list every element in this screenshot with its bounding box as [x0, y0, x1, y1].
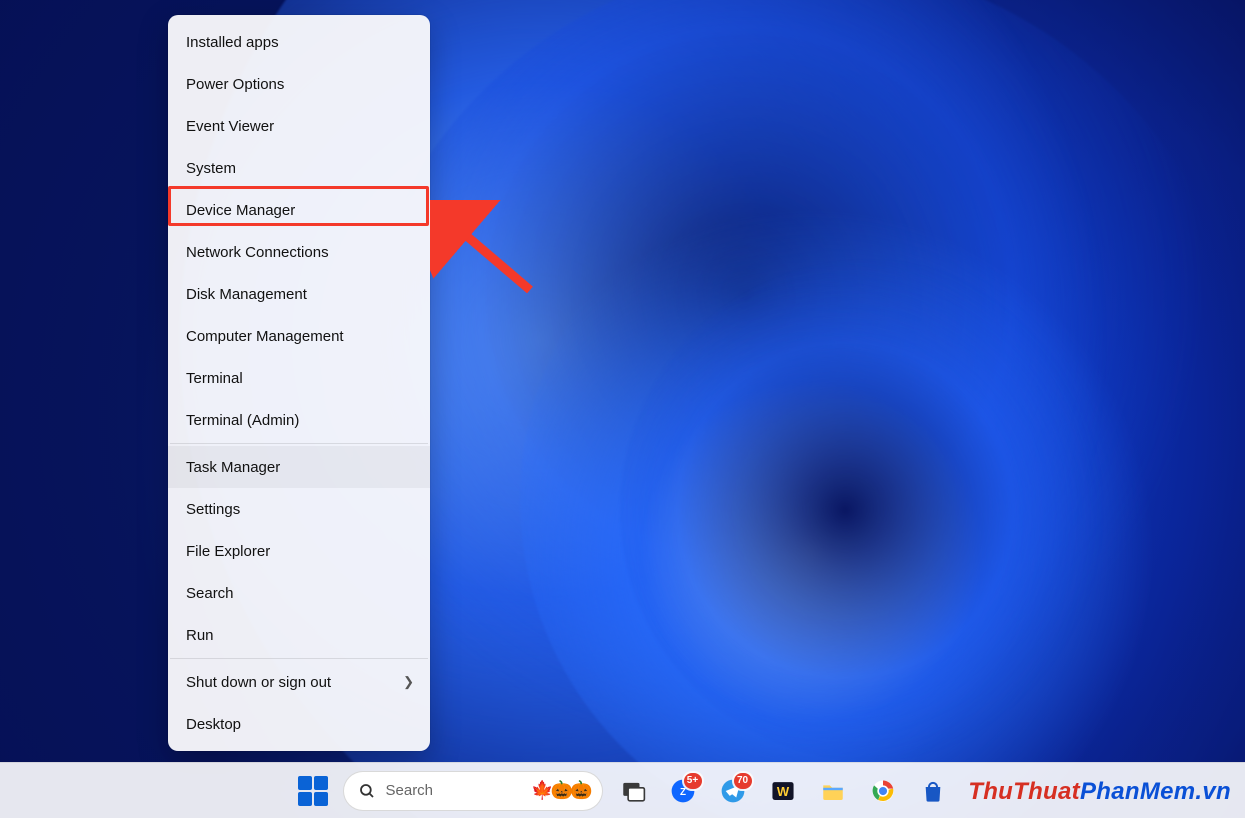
badge-count: 5+	[684, 773, 702, 789]
menu-item-label: Disk Management	[186, 286, 307, 303]
menu-item-label: Settings	[186, 501, 240, 518]
svg-text:W: W	[776, 783, 789, 798]
menu-item-label: File Explorer	[186, 543, 270, 560]
menu-item-label: Terminal	[186, 370, 243, 387]
menu-item-task-manager[interactable]: Task Manager	[168, 446, 430, 488]
menu-item-label: Run	[186, 627, 214, 644]
menu-item-label: Computer Management	[186, 328, 344, 345]
watermark: ThuThuatPhanMem.vn	[968, 778, 1231, 806]
menu-item-search[interactable]: Search	[168, 572, 430, 614]
winx-context-menu: Installed apps Power Options Event Viewe…	[168, 15, 430, 751]
menu-item-desktop[interactable]: Desktop	[168, 703, 430, 745]
menu-item-power-options[interactable]: Power Options	[168, 63, 430, 105]
taskbar-file-explorer[interactable]	[813, 771, 853, 811]
menu-item-system[interactable]: System	[168, 147, 430, 189]
taskbar-chrome[interactable]	[863, 771, 903, 811]
menu-item-run[interactable]: Run	[168, 614, 430, 656]
w-app-icon: W	[770, 778, 796, 804]
menu-item-computer-management[interactable]: Computer Management	[168, 315, 430, 357]
taskbar-task-view[interactable]	[613, 771, 653, 811]
badge-count: 70	[734, 773, 752, 789]
taskbar-app-w[interactable]: W	[763, 771, 803, 811]
chrome-icon	[870, 778, 896, 804]
watermark-part2: PhanMem	[1080, 778, 1195, 805]
search-placeholder: Search	[386, 782, 522, 799]
menu-item-label: Installed apps	[186, 34, 279, 51]
folder-icon	[820, 778, 846, 804]
menu-item-installed-apps[interactable]: Installed apps	[168, 21, 430, 63]
menu-item-label: System	[186, 160, 236, 177]
menu-item-file-explorer[interactable]: File Explorer	[168, 530, 430, 572]
menu-separator	[170, 658, 428, 659]
taskbar-store[interactable]	[913, 771, 953, 811]
shopping-bag-icon	[920, 778, 946, 804]
start-button[interactable]	[293, 771, 333, 811]
menu-item-label: Desktop	[186, 716, 241, 733]
menu-item-disk-management[interactable]: Disk Management	[168, 273, 430, 315]
menu-item-label: Terminal (Admin)	[186, 412, 299, 429]
taskbar-app-telegram[interactable]: 70	[713, 771, 753, 811]
watermark-suffix: .vn	[1195, 778, 1231, 805]
chevron-right-icon: ❯	[403, 674, 414, 690]
taskbar-search[interactable]: Search 🍁🎃🎃	[343, 771, 603, 811]
watermark-part1: ThuThuat	[968, 778, 1080, 805]
menu-item-device-manager[interactable]: Device Manager	[168, 189, 430, 231]
menu-item-shutdown-signout[interactable]: Shut down or sign out ❯	[168, 661, 430, 703]
menu-item-label: Search	[186, 585, 234, 602]
desktop[interactable]: Installed apps Power Options Event Viewe…	[0, 0, 1245, 818]
menu-item-settings[interactable]: Settings	[168, 488, 430, 530]
task-view-icon	[620, 778, 646, 804]
menu-item-label: Shut down or sign out	[186, 674, 331, 691]
taskbar-center: Search 🍁🎃🎃 Z 5+	[293, 771, 953, 811]
menu-item-terminal-admin[interactable]: Terminal (Admin)	[168, 399, 430, 441]
menu-item-label: Network Connections	[186, 244, 329, 261]
menu-item-network-connections[interactable]: Network Connections	[168, 231, 430, 273]
wallpaper-shape	[620, 260, 1120, 760]
taskbar-app-zalo[interactable]: Z 5+	[663, 771, 703, 811]
menu-item-label: Event Viewer	[186, 118, 274, 135]
search-seasonal-icon: 🍁🎃🎃	[531, 780, 589, 801]
menu-item-label: Power Options	[186, 76, 284, 93]
taskbar: Search 🍁🎃🎃 Z 5+	[0, 762, 1245, 818]
menu-item-event-viewer[interactable]: Event Viewer	[168, 105, 430, 147]
windows-logo-icon	[298, 776, 328, 806]
menu-item-label: Device Manager	[186, 202, 295, 219]
menu-item-terminal[interactable]: Terminal	[168, 357, 430, 399]
svg-text:Z: Z	[680, 787, 686, 798]
search-icon	[358, 782, 376, 800]
menu-item-label: Task Manager	[186, 459, 280, 476]
menu-separator	[170, 443, 428, 444]
